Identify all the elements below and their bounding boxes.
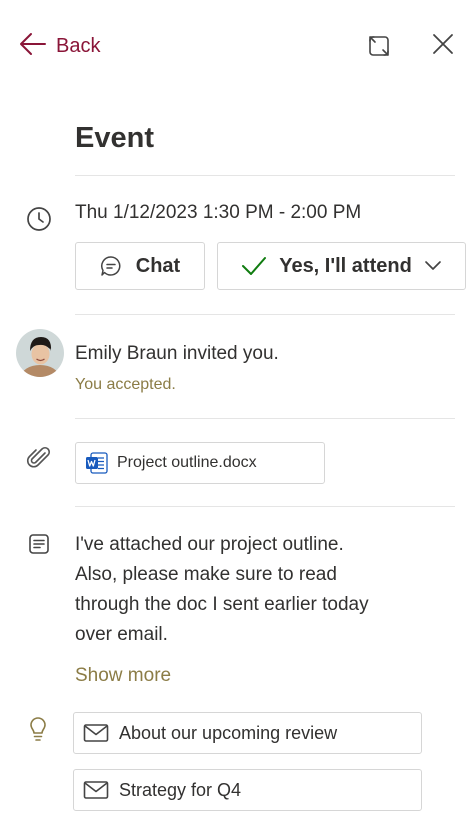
chat-button[interactable]: Chat [75,242,205,290]
organizer-invite-text: Emily Braun invited you. [75,343,279,364]
event-description: I've attached our project outline. Also,… [75,530,425,650]
clock-icon [25,205,53,233]
checkmark-icon [241,255,267,277]
mail-icon [83,780,109,800]
related-email-subject: About our upcoming review [119,722,338,743]
related-email-item[interactable]: About our upcoming review [73,712,422,754]
response-status-text: You accepted. [75,376,176,393]
notes-icon [25,530,53,558]
event-datetime: Thu 1/12/2023 1:30 PM - 2:00 PM [75,202,362,223]
close-icon [432,33,454,60]
back-button[interactable]: Back [18,30,100,62]
chevron-down-icon [424,260,442,272]
description-line: over email. [75,624,168,645]
rsvp-dropdown-button[interactable]: Yes, I'll attend [217,242,466,290]
chat-button-label: Chat [135,254,181,277]
divider [75,314,455,315]
page-title: Event [75,122,154,154]
related-email-item[interactable]: Strategy for Q4 [73,769,422,811]
description-line: through the doc I sent earlier today [75,594,369,615]
expand-button[interactable] [364,33,394,63]
description-line: Also, please make sure to read [75,564,337,585]
divider [75,506,455,507]
divider [75,418,455,419]
related-email-subject: Strategy for Q4 [119,779,242,800]
show-more-link[interactable]: Show more [75,665,171,687]
chat-icon [100,255,122,277]
avatar [16,329,64,377]
lightbulb-icon [24,715,52,743]
expand-icon [367,34,391,63]
mail-icon [83,723,109,743]
word-doc-icon [85,451,109,475]
attachment-file-chip[interactable]: Project outline.docx [75,442,325,484]
close-button[interactable] [428,31,458,61]
divider [75,175,455,176]
rsvp-button-label: Yes, I'll attend [279,254,412,277]
back-label: Back [56,34,101,57]
description-line: I've attached our project outline. [75,534,344,555]
paperclip-icon [25,444,53,472]
arrow-left-icon [18,32,46,61]
attachment-file-name: Project outline.docx [117,454,257,471]
